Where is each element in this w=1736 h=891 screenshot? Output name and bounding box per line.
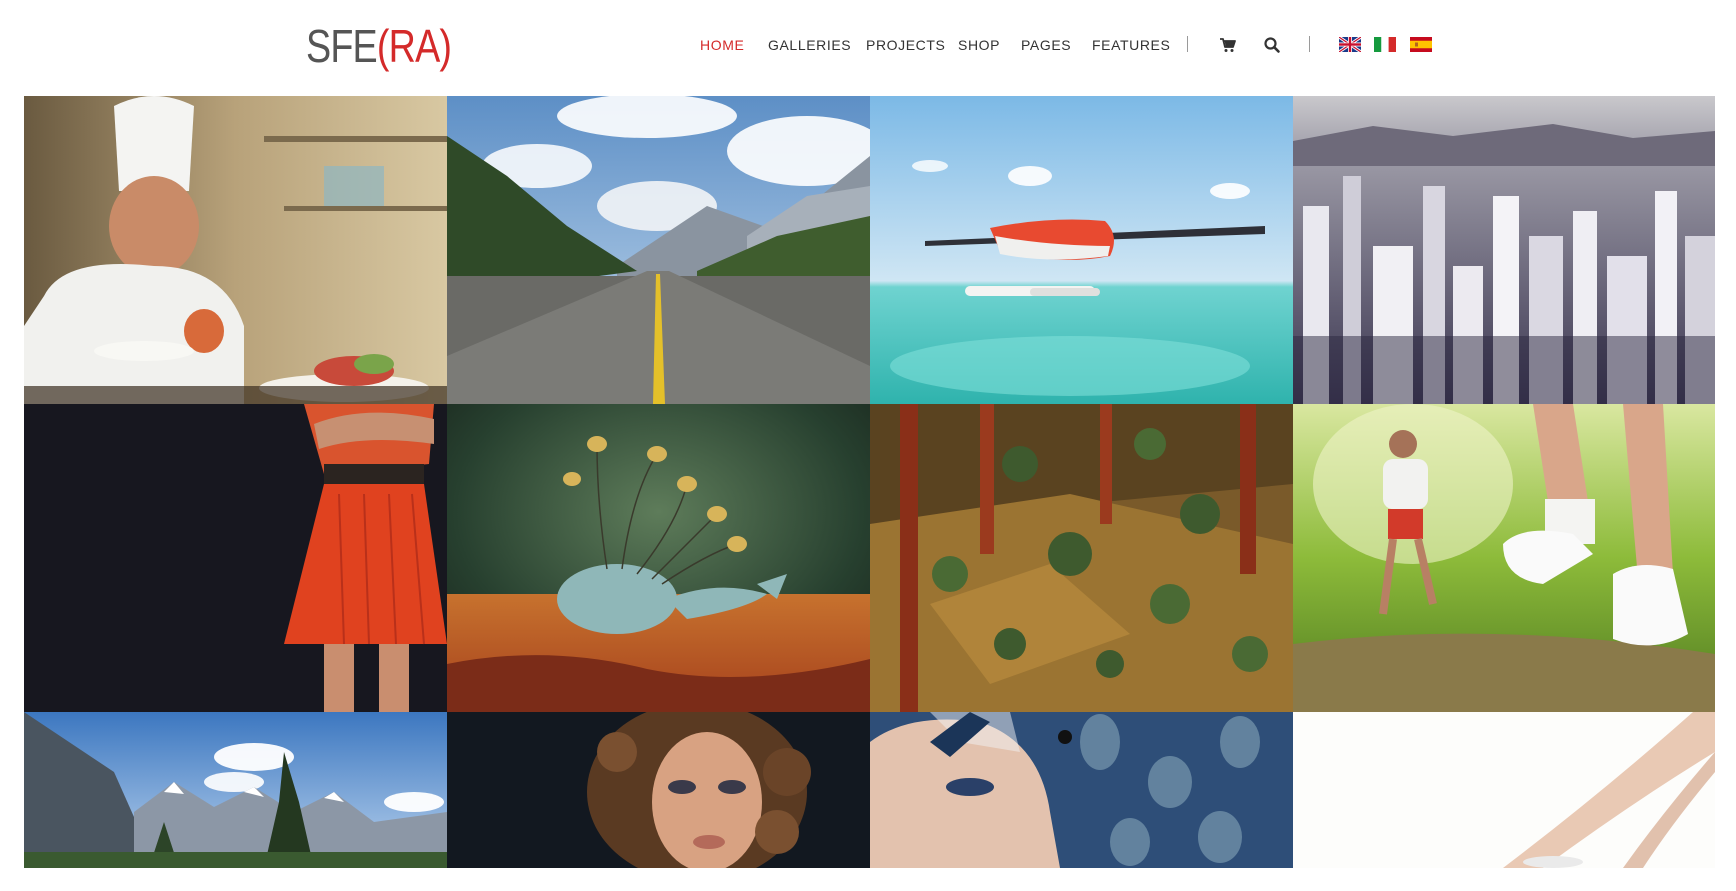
photo-flying-whale-painting: [447, 404, 870, 712]
gallery-tile-lowpoly-forest[interactable]: [870, 404, 1293, 712]
nav-item-shop[interactable]: SHOP: [958, 34, 1000, 56]
gallery-tile-feather-hat[interactable]: [870, 712, 1293, 868]
photo-chef-plating: [24, 96, 447, 404]
cart-icon[interactable]: [1219, 36, 1237, 54]
photo-feather-hat-portrait: [870, 712, 1293, 868]
nav-item-galleries[interactable]: GALLERIES: [768, 34, 851, 56]
logo-text-left: SFE: [306, 20, 378, 72]
photo-legs-bright: [1293, 712, 1715, 868]
gallery-tile-city[interactable]: [1293, 96, 1715, 404]
photo-mountain-lake: [24, 712, 447, 868]
nav-item-pages[interactable]: PAGES: [1021, 34, 1071, 56]
photo-seaplane-lagoon: [870, 96, 1293, 404]
nav-divider: [1309, 36, 1310, 52]
nav-item-features[interactable]: FEATURES: [1092, 34, 1170, 56]
flag-uk-icon[interactable]: [1339, 37, 1361, 52]
photo-mountain-road: [447, 96, 870, 404]
photo-city-skyline: [1293, 96, 1715, 404]
gallery-tile-road[interactable]: [447, 96, 870, 404]
flag-spain-icon[interactable]: [1410, 37, 1432, 52]
nav-item-home[interactable]: HOME: [700, 34, 744, 56]
site-header: SFE (RA) HOME GALLERIES PROJECTS SHOP PAG…: [0, 0, 1736, 96]
gallery-tile-mountain-lake[interactable]: [24, 712, 447, 868]
logo-text-right: (RA): [376, 20, 452, 72]
nav-divider: [1187, 36, 1188, 52]
photo-lowpoly-forest: [870, 404, 1293, 712]
photo-red-dress: [24, 404, 447, 712]
photo-runner-trail: [1293, 404, 1715, 712]
gallery-tile-red-dress[interactable]: [24, 404, 447, 712]
gallery-tile-legs-bright[interactable]: [1293, 712, 1715, 868]
gallery-tile-chef[interactable]: [24, 96, 447, 404]
flag-italy-icon[interactable]: [1374, 37, 1396, 52]
gallery-grid: [24, 96, 1715, 868]
search-icon[interactable]: [1263, 36, 1281, 54]
gallery-tile-whale[interactable]: [447, 404, 870, 712]
gallery-tile-curly-hair[interactable]: [447, 712, 870, 868]
site-logo[interactable]: SFE (RA): [306, 18, 452, 74]
nav-item-projects[interactable]: PROJECTS: [866, 34, 945, 56]
photo-curly-hair-portrait: [447, 712, 870, 868]
gallery-tile-runner[interactable]: [1293, 404, 1715, 712]
gallery-tile-seaplane[interactable]: [870, 96, 1293, 404]
